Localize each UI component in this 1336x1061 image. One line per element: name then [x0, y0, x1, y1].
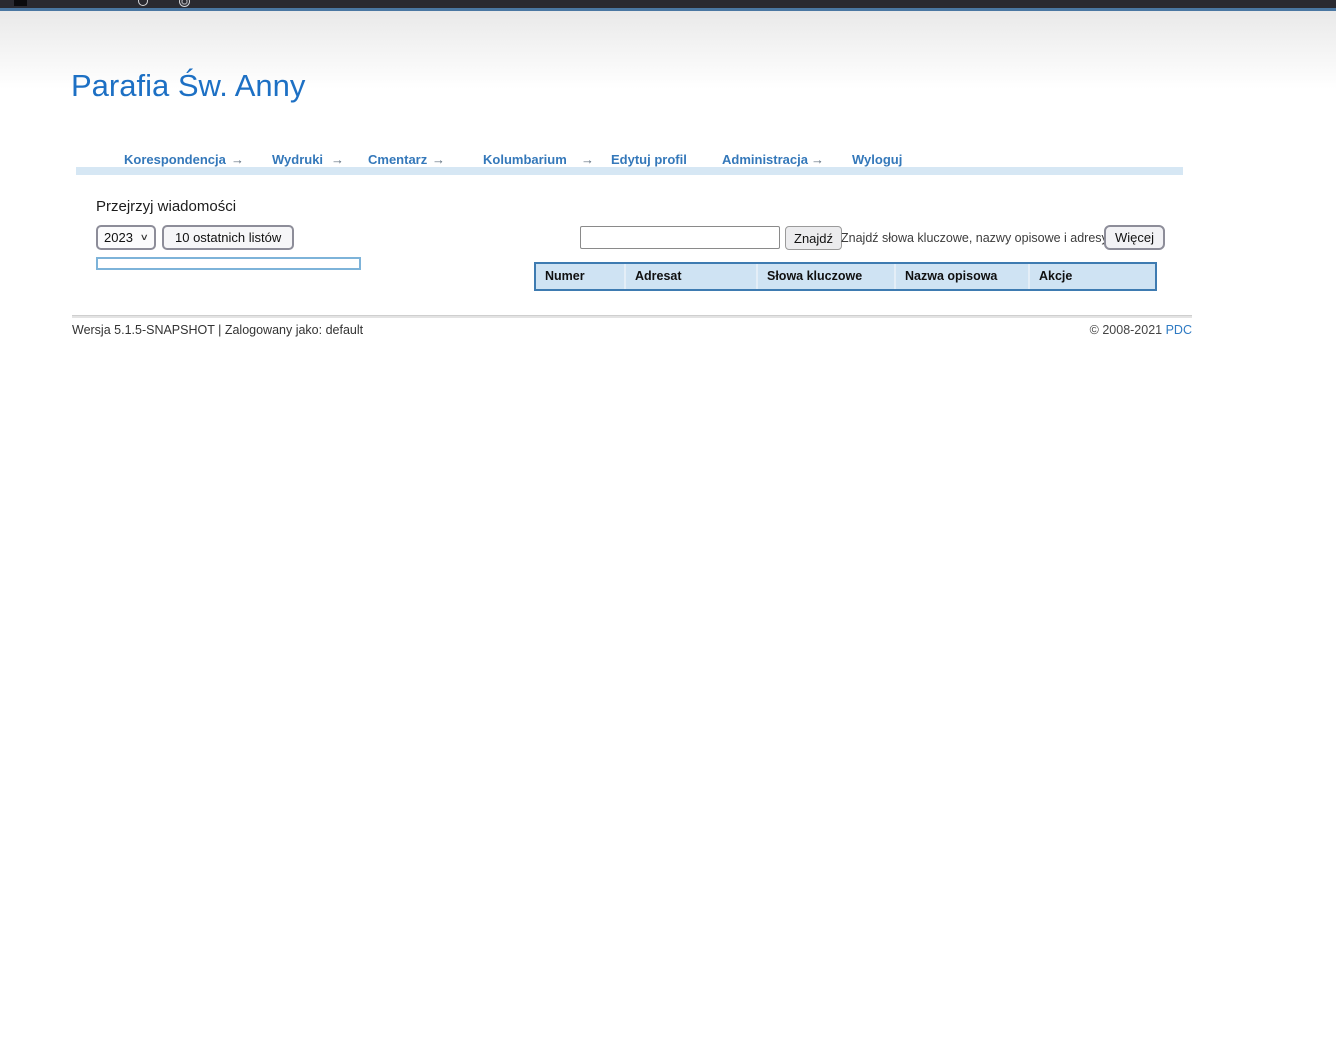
- browser-tab-fragment: [14, 0, 27, 6]
- nav-item-kolumbarium[interactable]: Kolumbarium: [483, 152, 567, 167]
- copyright: © 2008-2021 PDC: [72, 323, 1192, 337]
- column-header-nazwa-opisowa: Nazwa opisowa: [896, 264, 1030, 289]
- nav-item-administracja[interactable]: Administracja: [722, 152, 808, 167]
- year-select-value: 2023: [104, 230, 133, 245]
- nav-item-korespondencja[interactable]: Korespondencja: [124, 152, 226, 167]
- nav-item-wyloguj[interactable]: Wyloguj: [852, 152, 902, 167]
- year-select[interactable]: 2023 ∨: [96, 225, 156, 250]
- nav-item-wydruki[interactable]: Wydruki: [272, 152, 323, 167]
- find-button[interactable]: Znajdź: [785, 226, 842, 250]
- nav-item-edytuj-profil[interactable]: Edytuj profil: [611, 152, 687, 167]
- chevron-down-icon: ∨: [140, 232, 149, 243]
- main-nav: Korespondencja → Wydruki → Cmentarz → Ko…: [0, 152, 1336, 168]
- screen: Parafia Św. Anny Korespondencja → Wydruk…: [0, 0, 1336, 1061]
- column-header-slowa-kluczowe: Słowa kluczowe: [758, 264, 896, 289]
- column-header-numer: Numer: [536, 264, 626, 289]
- nav-arrow-icon: →: [432, 152, 445, 167]
- footer-divider: [72, 315, 1192, 318]
- page-heading: Przejrzyj wiadomości: [96, 198, 236, 215]
- nav-arrow-icon: →: [811, 152, 824, 167]
- progress-bar: [96, 257, 361, 270]
- nav-item-cmentarz[interactable]: Cmentarz: [368, 152, 427, 167]
- nav-underline-bar: [76, 167, 1183, 175]
- search-input[interactable]: [580, 226, 780, 249]
- messages-table: Numer Adresat Słowa kluczowe Nazwa opiso…: [534, 262, 1157, 291]
- column-header-akcje: Akcje: [1030, 264, 1155, 289]
- browser-chrome-bar: [0, 0, 1336, 8]
- page-title: Parafia Św. Anny: [71, 68, 305, 104]
- nav-arrow-icon: →: [331, 152, 344, 167]
- column-header-adresat: Adresat: [626, 264, 758, 289]
- browser-globe-icon-fragment: [179, 0, 190, 7]
- more-button[interactable]: Więcej: [1104, 225, 1165, 250]
- copyright-text: © 2008-2021: [1090, 323, 1166, 337]
- browser-icon-fragment: [138, 0, 148, 6]
- search-hint-text: Znajdź słowa kluczowe, nazwy opisowe i a…: [841, 231, 1108, 245]
- nav-arrow-icon: →: [581, 152, 594, 167]
- nav-arrow-icon: →: [231, 152, 244, 167]
- pdc-link[interactable]: PDC: [1166, 323, 1192, 337]
- recent-letters-button[interactable]: 10 ostatnich listów: [162, 225, 294, 250]
